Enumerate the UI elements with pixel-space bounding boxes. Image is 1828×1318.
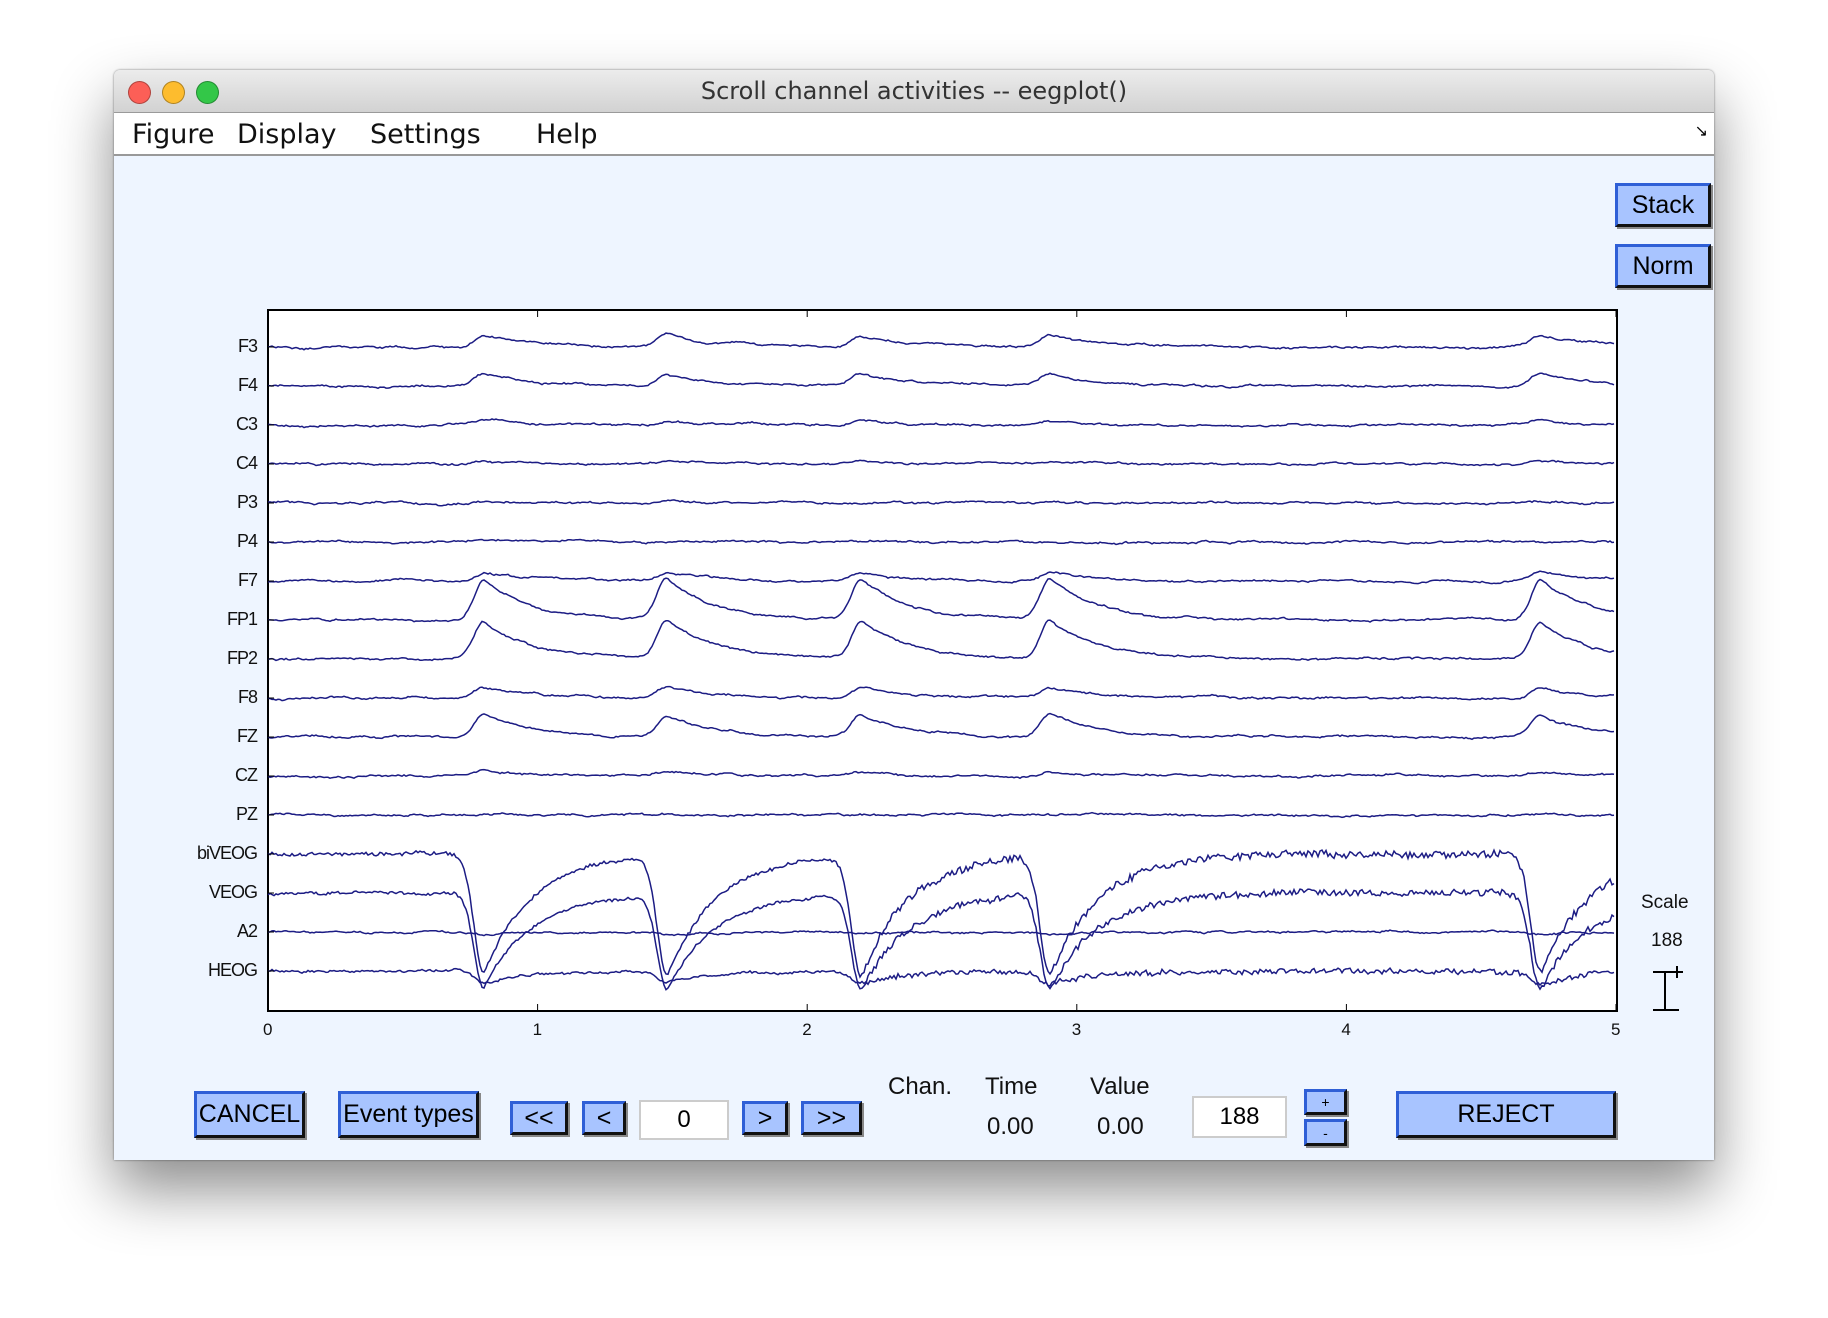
scroll-prev-button[interactable]: < <box>582 1101 626 1135</box>
menu-help[interactable]: Help <box>536 119 598 150</box>
channel-label: PZ <box>235 804 258 824</box>
channel-label: A2 <box>236 921 258 941</box>
eegplot-window: Scroll channel activities -- eegplot() F… <box>114 70 1714 1160</box>
scale-bar-icon <box>1653 966 1683 1011</box>
channel-label: C4 <box>235 453 258 473</box>
x-tick-label: 0 <box>263 1020 273 1039</box>
value-value: 0.00 <box>1097 1113 1144 1140</box>
channel-label: C3 <box>235 414 258 434</box>
menu-figure[interactable]: Figure <box>132 119 214 150</box>
menu-bar: Figure Display Settings Help ↘ <box>114 113 1714 156</box>
channel-label: FP1 <box>226 609 258 629</box>
scale-value: 188 <box>1651 930 1683 951</box>
time-value: 0.00 <box>987 1113 1034 1140</box>
time-label: Time <box>985 1073 1038 1100</box>
channel-label: FZ <box>237 726 258 746</box>
scale-label: Scale <box>1641 892 1689 913</box>
channel-label: biVEOG <box>196 843 258 863</box>
plot-frame <box>267 309 1618 1012</box>
menu-display[interactable]: Display <box>237 119 337 150</box>
menu-settings[interactable]: Settings <box>370 119 481 150</box>
norm-button[interactable]: Norm <box>1615 244 1711 288</box>
channel-label: F3 <box>237 336 258 356</box>
x-tick-label: 4 <box>1341 1020 1351 1039</box>
event-types-button[interactable]: Event types <box>338 1091 479 1138</box>
scroll-first-button[interactable]: << <box>510 1101 568 1135</box>
stack-button[interactable]: Stack <box>1615 183 1711 227</box>
scroll-last-button[interactable]: >> <box>801 1101 862 1135</box>
channel-label: F8 <box>237 687 258 707</box>
x-tick-label: 1 <box>532 1020 543 1039</box>
position-input[interactable]: 0 <box>639 1100 729 1140</box>
x-tick-label: 5 <box>1611 1020 1621 1039</box>
scale-increase-button[interactable]: + <box>1304 1089 1347 1115</box>
scroll-next-button[interactable]: > <box>742 1101 788 1135</box>
channel-label: F7 <box>237 570 258 590</box>
zoom-button[interactable] <box>196 81 219 104</box>
window-title: Scroll channel activities -- eegplot() <box>700 77 1128 105</box>
cancel-button[interactable]: CANCEL <box>194 1091 305 1138</box>
x-tick-label: 2 <box>802 1020 812 1039</box>
channel-label: F4 <box>237 375 258 395</box>
chan-label: Chan. <box>888 1073 953 1100</box>
channel-label: CZ <box>235 765 258 785</box>
dock-arrow-icon[interactable]: ↘ <box>1695 121 1708 141</box>
x-tick-label: 3 <box>1071 1020 1082 1039</box>
scale-decrease-button[interactable]: - <box>1304 1119 1347 1146</box>
channel-label: FP2 <box>226 648 258 668</box>
channel-label: P4 <box>236 531 258 551</box>
channel-label: HEOG <box>207 960 258 980</box>
value-label: Value <box>1090 1073 1150 1100</box>
minimize-button[interactable] <box>162 81 185 104</box>
close-button[interactable] <box>128 81 151 104</box>
title-bar: Scroll channel activities -- eegplot() <box>114 70 1714 113</box>
scale-input[interactable]: 188 <box>1192 1096 1287 1138</box>
eeg-plot <box>267 309 1618 1012</box>
reject-button[interactable]: REJECT <box>1396 1091 1616 1138</box>
channel-label: VEOG <box>208 882 258 902</box>
channel-label: P3 <box>236 492 258 512</box>
